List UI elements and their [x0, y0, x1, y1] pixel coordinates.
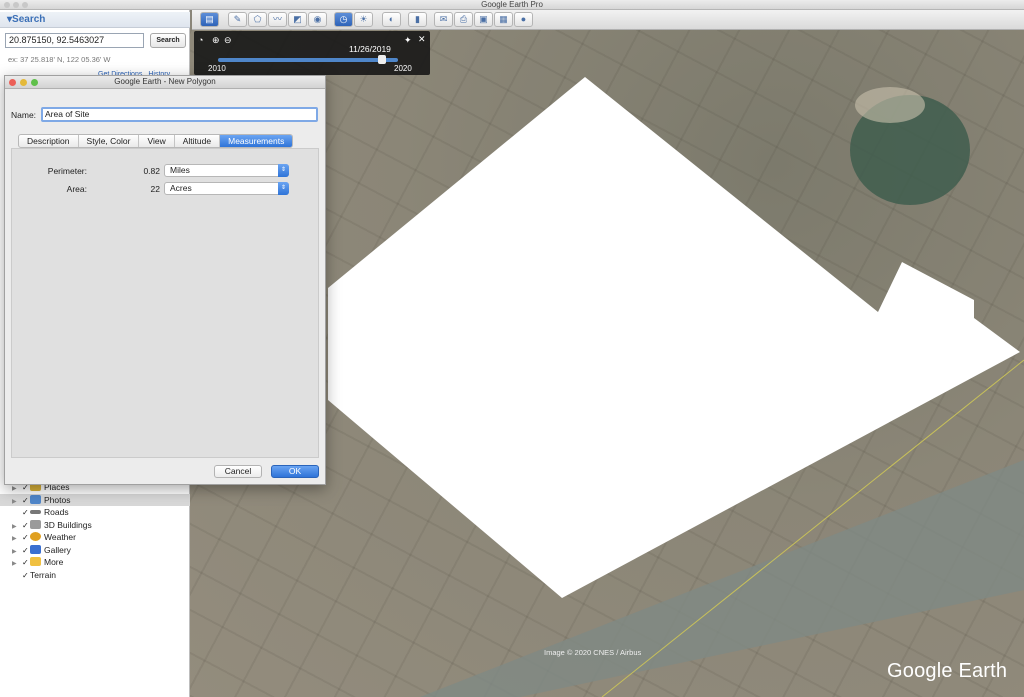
- placemark-button[interactable]: ✎: [228, 12, 247, 27]
- imagery-credit: Image © 2020 CNES / Airbus: [544, 648, 642, 657]
- slider-thumb[interactable]: [377, 55, 386, 64]
- chevron-updown-icon: ⇕: [278, 164, 289, 177]
- layer-label: Terrain: [30, 569, 56, 580]
- dialog-title: Google Earth - New Polygon: [114, 77, 216, 86]
- tab-style-color[interactable]: Style, Color: [79, 135, 140, 147]
- image-overlay-button[interactable]: ◩: [288, 12, 307, 27]
- historical-imagery-slider[interactable]: ◔ ⊕ ⊖ ✦ ✕ 11/26/2019 2010 2020: [194, 31, 430, 75]
- layer-label: Photos: [44, 494, 71, 505]
- layer-row-terrain[interactable]: ✓Terrain: [0, 569, 190, 582]
- perimeter-value: 0.82: [143, 166, 160, 176]
- layer-label: More: [44, 557, 64, 567]
- name-input[interactable]: Area of Site: [41, 107, 318, 122]
- layers-panel: ▶ ✓ Places ▶ ✓ Photos ✓ Roads ▶ ✓ 3D Buildings …: [0, 481, 190, 581]
- layer-row-weather[interactable]: ▶ ✓ Weather: [0, 531, 190, 544]
- tab-description[interactable]: Description: [19, 135, 79, 147]
- checkbox-icon[interactable]: ✓: [22, 570, 30, 583]
- more-folder-icon: [30, 557, 41, 566]
- clearing: [855, 87, 925, 123]
- layer-row-roads[interactable]: ✓ Roads: [0, 506, 190, 519]
- layer-row-more[interactable]: ▶ ✓ More: [0, 556, 190, 569]
- search-button[interactable]: Search: [150, 33, 186, 48]
- chevron-updown-icon: ⇕: [278, 182, 289, 195]
- zoom-in-icon[interactable]: ⊕: [212, 35, 220, 46]
- window-titlebar: Google Earth Pro: [0, 0, 1024, 10]
- gallery-star-icon: [30, 544, 41, 554]
- sidebar-toggle-button[interactable]: ▤: [200, 12, 219, 27]
- perimeter-label: Perimeter:: [47, 166, 87, 176]
- area-unit: Acres: [170, 183, 192, 193]
- photos-icon: [30, 494, 41, 504]
- window-title: Google Earth Pro: [481, 0, 543, 9]
- search-header-label: ▾Search: [7, 14, 46, 25]
- view-in-maps-button[interactable]: ▦: [494, 12, 513, 27]
- tab-measurements[interactable]: Measurements: [220, 135, 293, 147]
- close-icon[interactable]: ✕: [418, 34, 426, 45]
- dialog-tabs: Description Style, Color View Altitude M…: [18, 134, 294, 148]
- dialog-titlebar: Google Earth - New Polygon: [5, 76, 325, 89]
- search-panel-header[interactable]: ▾Search: [0, 12, 190, 28]
- ruler-button[interactable]: ▮: [408, 12, 427, 27]
- email-button[interactable]: ✉: [434, 12, 453, 27]
- record-tour-button[interactable]: ◉: [308, 12, 327, 27]
- ok-button[interactable]: OK: [271, 465, 319, 478]
- earth-gallery-button[interactable]: ●: [514, 12, 533, 27]
- historical-imagery-button[interactable]: ◷: [334, 12, 353, 27]
- measurements-panel: Perimeter: 0.82 Miles ⇕ Area: 22 Acres ⇕: [11, 148, 319, 458]
- tab-view[interactable]: View: [139, 135, 175, 147]
- name-label: Name:: [11, 110, 37, 120]
- wrench-icon[interactable]: ✦: [404, 35, 412, 46]
- layer-row-photos[interactable]: ▶ ✓ Photos: [0, 493, 190, 506]
- polygon-button[interactable]: ⬠: [248, 12, 267, 27]
- planet-switch-button[interactable]: ◐: [382, 12, 401, 27]
- slider-track[interactable]: [218, 55, 398, 64]
- save-image-button[interactable]: ▣: [474, 12, 493, 27]
- slider-start-year: 2010: [208, 64, 226, 73]
- print-button[interactable]: ⎙: [454, 12, 473, 27]
- zoom-out-icon[interactable]: ⊖: [224, 35, 232, 46]
- clock-icon[interactable]: ◔: [198, 35, 203, 45]
- new-polygon-dialog: Google Earth - New Polygon Name: Area of…: [4, 75, 326, 485]
- layer-label: 3D Buildings: [44, 519, 92, 530]
- layer-label: Roads: [44, 507, 69, 517]
- tab-altitude[interactable]: Altitude: [175, 135, 221, 147]
- search-example-hint: ex: 37 25.818' N, 122 05.36' W: [8, 55, 111, 64]
- cancel-button[interactable]: Cancel: [214, 465, 262, 478]
- perimeter-unit: Miles: [170, 165, 190, 175]
- layer-row-gallery[interactable]: ▶ ✓ Gallery: [0, 544, 190, 557]
- slider-date: 11/26/2019: [349, 44, 391, 54]
- layer-label: Weather: [44, 532, 76, 542]
- weather-sun-icon: [30, 532, 41, 541]
- roads-icon: [30, 510, 41, 514]
- layer-row-3d-buildings[interactable]: ▶ ✓ 3D Buildings: [0, 519, 190, 532]
- main-toolbar: ▤ ✎ ⬠ 〰 ◩ ◉ ◷ ☀ ◐ ▮ ✉ ⎙ ▣ ▦ ●: [192, 10, 1024, 30]
- sunlight-button[interactable]: ☀: [354, 12, 373, 27]
- layer-label: Gallery: [44, 544, 71, 555]
- area-label: Area:: [66, 184, 87, 194]
- google-earth-logo: Google Earth: [887, 660, 1008, 682]
- area-unit-select[interactable]: Acres ⇕: [164, 182, 289, 195]
- search-input[interactable]: 20.875150, 92.5463027: [5, 33, 144, 48]
- slider-end-year: 2020: [394, 64, 412, 73]
- path-button[interactable]: 〰: [268, 12, 287, 27]
- perimeter-unit-select[interactable]: Miles ⇕: [164, 164, 289, 177]
- buildings-icon: [30, 519, 41, 529]
- area-value: 22: [150, 184, 160, 194]
